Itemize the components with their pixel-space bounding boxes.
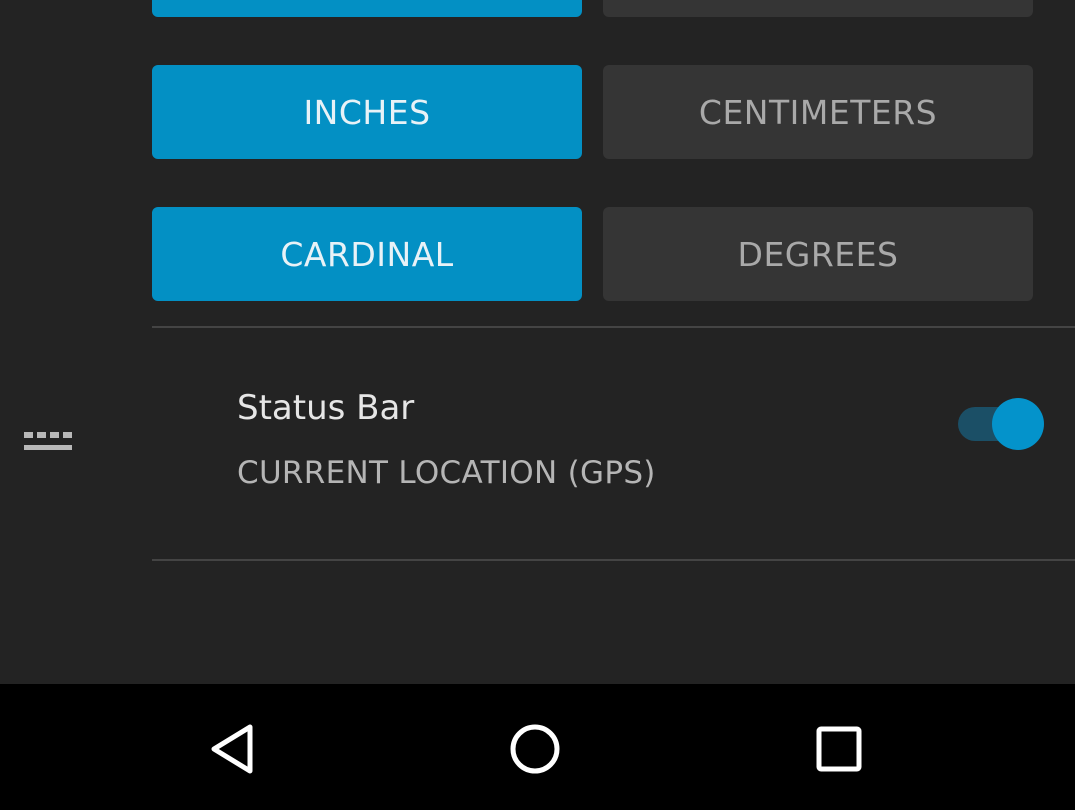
divider-top [152, 326, 1075, 328]
inches-button[interactable]: INCHES [152, 65, 582, 159]
status-bar-toggle[interactable] [956, 398, 1046, 452]
home-icon [510, 724, 560, 774]
unit-option-inactive-0[interactable] [603, 0, 1033, 17]
degrees-label: DEGREES [737, 234, 899, 274]
degrees-button[interactable]: DEGREES [603, 207, 1033, 301]
divider-bottom [152, 559, 1075, 561]
recents-button[interactable] [794, 704, 884, 794]
centimeters-label: CENTIMETERS [698, 92, 938, 132]
cardinal-label: CARDINAL [280, 234, 454, 274]
home-button[interactable] [490, 704, 580, 794]
centimeters-button[interactable]: CENTIMETERS [603, 65, 1033, 159]
status-bar-subtitle: CURRENT LOCATION (GPS) [237, 455, 656, 491]
back-icon [211, 724, 253, 774]
status-bar-icon [24, 432, 72, 450]
navigation-bar [0, 684, 1075, 810]
recents-icon [816, 726, 862, 772]
toggle-thumb [992, 398, 1044, 450]
cardinal-button[interactable]: CARDINAL [152, 207, 582, 301]
back-button[interactable] [188, 704, 278, 794]
inches-label: INCHES [303, 92, 431, 132]
status-bar-title: Status Bar [237, 388, 415, 428]
unit-option-active-0[interactable] [152, 0, 582, 17]
